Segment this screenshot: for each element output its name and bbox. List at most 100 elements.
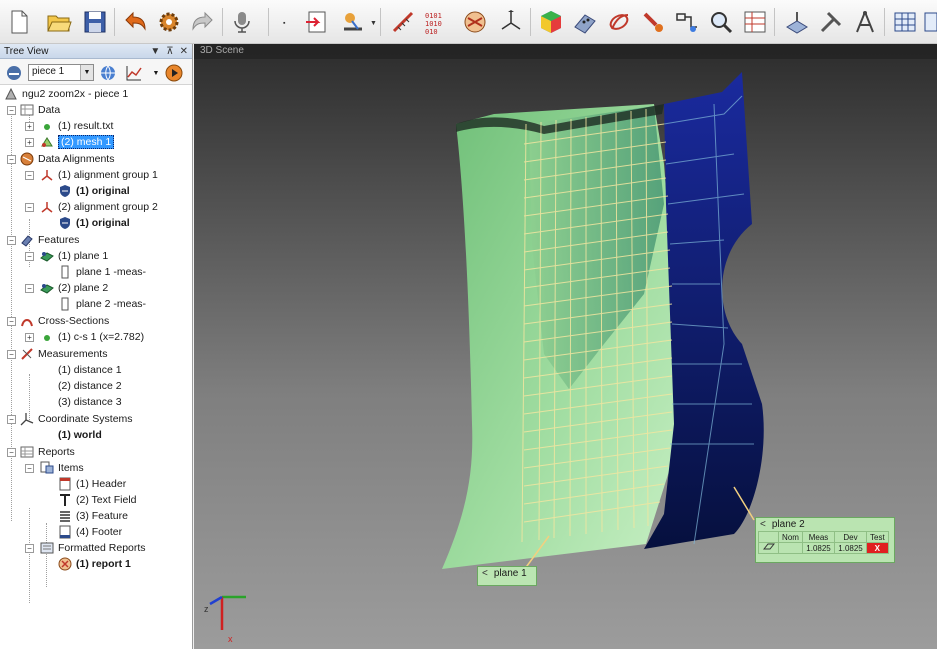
tree-node-plane-1-meas[interactable]: plane 1 -meas-	[58, 264, 146, 280]
tree-node-world[interactable]: (1) world	[58, 427, 102, 443]
measure-tool-icon[interactable]	[388, 7, 418, 37]
tree-node-report-items[interactable]: Items	[40, 460, 84, 476]
plane-2-measure-table: Nom Meas Dev Test 1.0825 1.0825 X	[758, 531, 889, 554]
tree-node-header[interactable]: (1) Header	[58, 476, 126, 492]
tree-node-cs-1[interactable]: (1) c-s 1 (x=2.782)	[40, 329, 144, 345]
import-icon[interactable]	[302, 7, 332, 37]
tree-node-feature[interactable]: (3) Feature	[58, 508, 128, 524]
tree-node-reports[interactable]: Reports	[20, 444, 75, 460]
tree-node-distance-3[interactable]: (3) distance 3	[58, 394, 122, 410]
tree-node-align1-original[interactable]: (1) original	[58, 183, 130, 199]
collapse-plane1-icon[interactable]: −	[25, 252, 34, 261]
table-cell: 1.0825	[834, 542, 867, 554]
zoom-icon[interactable]	[706, 7, 736, 37]
tree-node-report-1[interactable]: (1) report 1	[58, 556, 131, 572]
close-icon[interactable]: ✕	[180, 46, 188, 57]
expand-cs1-icon[interactable]: +	[25, 333, 34, 342]
collapse-data-icon[interactable]: −	[7, 106, 16, 115]
tree-node-label: (1) distance 1	[58, 364, 122, 376]
plane-2-label[interactable]: < plane 2 Nom Meas Dev Test 1.0825 1.082…	[755, 517, 895, 563]
svg-text:1010: 1010	[425, 20, 442, 28]
tree-node-label: Items	[58, 462, 84, 474]
chevron-left-icon[interactable]: <	[760, 519, 766, 530]
panel-menu-icon[interactable]: ▼	[150, 46, 160, 57]
tree-node-plane-2[interactable]: (2) plane 2	[40, 280, 108, 296]
curve-icon[interactable]	[604, 7, 634, 37]
report-table-icon[interactable]	[740, 7, 770, 37]
3d-scene-viewport[interactable]: z x 3D Scene < plane 1 < plane 2 Nom Mea…	[194, 44, 937, 649]
tree-node-label: Coordinate Systems	[38, 413, 133, 425]
collapse-features-icon[interactable]: −	[7, 236, 16, 245]
collapse-align2-icon[interactable]: −	[25, 203, 34, 212]
settings-gear-icon[interactable]	[154, 7, 184, 37]
piece-icon[interactable]	[4, 63, 24, 83]
grid-table-icon[interactable]	[890, 7, 920, 37]
tree-node-measurements[interactable]: Measurements	[20, 346, 107, 362]
piece-node-icon	[4, 87, 18, 101]
globe-settings-icon[interactable]	[98, 63, 118, 83]
tree-node-align2-original[interactable]: (1) original	[58, 215, 130, 231]
piece-select[interactable]: piece 1 ▼	[28, 64, 94, 81]
pin-icon[interactable]: ⊼	[166, 46, 173, 57]
collapse-items-icon[interactable]: −	[25, 464, 34, 473]
original-shield-icon	[58, 184, 72, 198]
collapse-cross-sections-icon[interactable]: −	[7, 317, 16, 326]
play-icon[interactable]	[164, 63, 184, 83]
point-cloud-icon[interactable]	[570, 7, 600, 37]
tree-node-label: Measurements	[38, 348, 108, 360]
comparison-icon[interactable]	[672, 7, 702, 37]
redo-icon[interactable]	[188, 7, 218, 37]
tree-node-label: (1) report 1	[76, 558, 131, 570]
tree-node-distance-2[interactable]: (2) distance 2	[58, 378, 122, 394]
cad-icon[interactable]	[782, 7, 812, 37]
tree-node-footer[interactable]: (4) Footer	[58, 524, 122, 540]
collapse-reports-icon[interactable]: −	[7, 448, 16, 457]
cube-icon[interactable]	[536, 7, 566, 37]
expand-mesh-icon[interactable]: +	[25, 138, 34, 147]
tree-node-features[interactable]: Features	[20, 232, 79, 248]
tree-node-alignment-group-1[interactable]: (1) alignment group 1	[40, 167, 158, 183]
new-file-icon[interactable]	[4, 7, 34, 37]
tree-node-mesh[interactable]: (2) mesh 1	[40, 134, 115, 150]
tools-icon[interactable]	[816, 7, 846, 37]
open-folder-icon[interactable]	[44, 7, 74, 37]
plane-icon	[40, 249, 54, 263]
chevron-left-icon[interactable]: <	[482, 568, 488, 579]
tree-node-text-field[interactable]: (2) Text Field	[58, 492, 137, 508]
expand-result-icon[interactable]: +	[25, 122, 34, 131]
collapse-coord-systems-icon[interactable]: −	[7, 415, 16, 424]
tree-node-formatted-reports[interactable]: Formatted Reports	[40, 540, 146, 556]
microphone-icon[interactable]	[227, 7, 257, 37]
alignment-icon[interactable]	[460, 7, 490, 37]
tree-node-result[interactable]: (1) result.txt	[40, 118, 113, 134]
tree-node-cross-sections[interactable]: Cross-Sections	[20, 313, 109, 329]
tree-node-label: Reports	[38, 446, 75, 458]
tree-node-plane-2-meas[interactable]: plane 2 -meas-	[58, 296, 146, 312]
axes-icon[interactable]	[496, 7, 526, 37]
compass-icon[interactable]	[850, 7, 880, 37]
save-icon[interactable]	[80, 7, 110, 37]
chevron-down-icon[interactable]: ▼	[80, 65, 93, 80]
collapse-formatted-reports-icon[interactable]: −	[25, 544, 34, 553]
probe-icon[interactable]	[338, 7, 368, 37]
plane-1-label[interactable]: < plane 1	[477, 566, 537, 586]
collapse-plane2-icon[interactable]: −	[25, 284, 34, 293]
chart-icon[interactable]	[124, 63, 144, 83]
more-icon[interactable]	[922, 7, 937, 37]
tree-node-alignment-group-2[interactable]: (2) alignment group 2	[40, 199, 158, 215]
axis-triad: z x	[204, 595, 246, 644]
chart-dropdown-icon[interactable]: ▼	[146, 63, 166, 83]
binary-data-icon[interactable]: 0101 1010 010	[422, 7, 452, 37]
collapse-alignments-icon[interactable]: −	[7, 155, 16, 164]
tree-node-coordinate-systems[interactable]: Coordinate Systems	[20, 411, 133, 427]
brush-icon[interactable]	[638, 7, 668, 37]
reports-grid-icon	[20, 445, 34, 459]
collapse-measurements-icon[interactable]: −	[7, 350, 16, 359]
tree-node-data-alignments[interactable]: Data Alignments	[20, 151, 114, 167]
tree-node-root[interactable]: ngu2 zoom2x - piece 1	[4, 86, 128, 102]
undo-icon[interactable]	[120, 7, 150, 37]
collapse-align1-icon[interactable]: −	[25, 171, 34, 180]
tree-node-distance-1[interactable]: (1) distance 1	[58, 362, 122, 378]
tree-node-data[interactable]: Data	[20, 102, 60, 118]
tree-node-plane-1[interactable]: (1) plane 1	[40, 248, 108, 264]
